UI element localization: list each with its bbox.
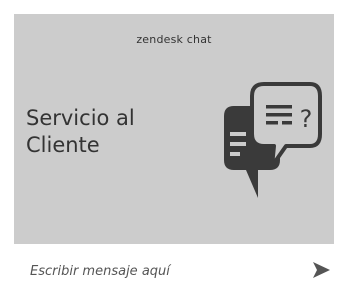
- send-button[interactable]: [311, 260, 331, 280]
- banner-headline: Servicio al Cliente: [26, 105, 196, 159]
- headline-line-1: Servicio al: [26, 106, 135, 130]
- message-composer: [14, 244, 334, 291]
- chat-widget: zendesk chat Servicio al Cliente ? Escri…: [0, 0, 348, 291]
- send-arrow-icon: [313, 262, 330, 278]
- headline-line-2: Cliente: [26, 133, 100, 157]
- svg-text:?: ?: [300, 105, 313, 133]
- chat-bubbles-question-icon: ?: [200, 74, 324, 202]
- brand-wordmark: zendesk chat: [136, 33, 212, 46]
- welcome-banner: zendesk chat Servicio al Cliente ?: [14, 14, 334, 244]
- message-input[interactable]: [30, 261, 270, 281]
